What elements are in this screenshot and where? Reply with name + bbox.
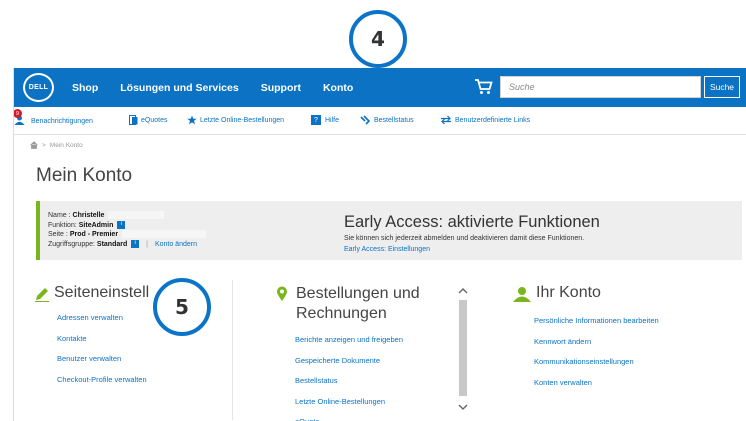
callout-number: 5 (175, 295, 189, 319)
custom-links-label: Benutzerdefinierte Links (455, 116, 531, 124)
notifications-icon-wrap: 9 (14, 109, 28, 127)
change-account-link[interactable]: Konto ändern (155, 241, 197, 248)
orders-heading-line1: Bestellungen und (296, 285, 420, 302)
order-status-link[interactable]: Bestellstatus (360, 115, 414, 125)
page-title: Mein Konto (36, 165, 133, 186)
your-account-heading-text: Ihr Konto (536, 284, 601, 301)
custom-links-link[interactable]: Benutzerdefinierte Links (440, 115, 530, 125)
manage-accounts-link[interactable]: Konten verwalten (534, 378, 659, 387)
document-icon (129, 115, 138, 125)
early-access-title: Early Access: aktivierte Funktionen (344, 213, 600, 231)
notifications-label: Benachrichtigungen (31, 117, 93, 125)
group-value: Standard (96, 240, 128, 248)
nav-account[interactable]: Konto (323, 82, 353, 94)
help-label: Hilfe (325, 116, 340, 124)
breadcrumb: > Mein Konto (30, 141, 83, 149)
scroll-down-arrow-icon[interactable] (456, 402, 470, 412)
checkout-profiles-link[interactable]: Checkout-Profile verwalten (57, 375, 147, 384)
manage-users-link[interactable]: Benutzer verwalten (57, 354, 147, 363)
account-info-box: Name : Christelle Funktion: SiteAdmin i … (36, 201, 742, 260)
group-label: Zugriffsgruppe: (48, 240, 95, 248)
account-name-row: Name : Christelle (48, 211, 206, 221)
equotes-link[interactable]: eQuotes (129, 115, 167, 125)
account-role-row: Funktion: SiteAdmin i (48, 220, 206, 231)
search-button[interactable]: Suche (704, 76, 740, 98)
account-site-row: Seite : Prod - Premier (48, 230, 207, 240)
logo-text: DELL (28, 84, 49, 91)
orders-invoices-links: Berichte anzeigen und freigeben Gespeich… (295, 335, 403, 421)
role-label: Funktion: (48, 221, 77, 229)
separator: | (146, 240, 148, 248)
user-icon (513, 287, 531, 302)
equotes-label: eQuotes (141, 116, 168, 124)
pencil-icon (35, 288, 49, 302)
account-details: Name : Christelle Funktion: SiteAdmin i … (48, 211, 207, 250)
nav-support[interactable]: Support (261, 82, 301, 94)
callout-number: 4 (371, 27, 385, 51)
redaction-mask (122, 230, 207, 239)
change-password-link[interactable]: Kennwort ändern (534, 337, 659, 346)
step-callout-4: 4 (349, 10, 407, 68)
recent-online-orders-link[interactable]: Letzte Online-Bestellungen (295, 397, 403, 406)
recent-orders-link[interactable]: Letzte Online-Bestellungen (187, 115, 284, 125)
utility-bar: 9 Benachrichtigungen eQuotes Letzte Onli… (14, 107, 746, 135)
swap-arrows-icon (441, 115, 451, 125)
role-value: SiteAdmin (78, 221, 114, 229)
cart-icon[interactable] (474, 77, 494, 97)
column-divider (232, 280, 233, 420)
orders-invoices-heading: Bestellungen und Rechnungen (276, 284, 420, 324)
step-callout-5: 5 (153, 278, 211, 336)
name-label: Name : (48, 212, 71, 219)
order-status-link[interactable]: Bestellstatus (295, 376, 403, 385)
scroll-up-arrow-icon[interactable] (456, 286, 470, 296)
help-icon: ? (311, 115, 321, 125)
manage-addresses-link[interactable]: Adressen verwalten (57, 313, 147, 322)
nav-shop[interactable]: Shop (72, 82, 98, 94)
home-icon[interactable] (30, 141, 38, 149)
order-status-label: Bestellstatus (374, 116, 414, 124)
equote-link[interactable]: eQuote (295, 417, 403, 421)
info-icon[interactable]: i (117, 220, 126, 229)
browser-page: DELL Shop Lösungen und Services Support … (13, 68, 746, 421)
notifications-link[interactable]: 9 Benachrichtigungen (14, 109, 93, 127)
truck-icon (360, 115, 371, 125)
top-navigation-bar: DELL Shop Lösungen und Services Support … (14, 68, 746, 107)
nav-solutions-services[interactable]: Lösungen und Services (120, 82, 238, 94)
star-icon (187, 115, 197, 125)
location-pin-icon (277, 286, 287, 301)
breadcrumb-current: Mein Konto (49, 141, 83, 149)
edit-personal-info-link[interactable]: Persönliche Informationen bearbeiten (534, 316, 659, 325)
orders-heading-line2: Rechnungen (296, 305, 387, 322)
scrollbar-thumb[interactable] (459, 300, 467, 396)
search-input[interactable]: Suche (500, 76, 701, 98)
reports-link[interactable]: Berichte anzeigen und freigeben (295, 335, 403, 344)
notification-badge: 9 (14, 109, 22, 118)
dell-logo[interactable]: DELL (23, 73, 54, 102)
site-value: Prod - Premier (69, 231, 119, 238)
saved-documents-link[interactable]: Gespeicherte Dokumente (295, 356, 403, 365)
communication-settings-link[interactable]: Kommunikationseinstellungen (534, 357, 659, 366)
orders-scrollbar[interactable] (456, 284, 470, 421)
site-settings-heading-text: Seiteneinstell (54, 284, 150, 301)
breadcrumb-chevron-icon: > (42, 141, 46, 149)
your-account-links: Persönliche Informationen bearbeiten Ken… (534, 316, 659, 398)
redaction-mask (108, 211, 165, 220)
account-group-row: Zugriffsgruppe: Standard i | Konto änder… (48, 239, 206, 250)
early-access-settings-link[interactable]: Early Access: Einstellungen (344, 246, 430, 253)
name-value: Christelle (72, 212, 105, 219)
your-account-heading: Ihr Konto (512, 284, 601, 302)
help-link[interactable]: ? Hilfe (311, 115, 339, 125)
site-settings-links: Adressen verwalten Kontakte Benutzer ver… (57, 313, 147, 395)
info-icon[interactable]: i (131, 239, 140, 248)
site-label: Seite : (48, 231, 68, 238)
recent-orders-label: Letzte Online-Bestellungen (200, 116, 285, 124)
orders-heading-line: Bestellungen und (276, 284, 420, 304)
early-access-description: Sie können sich jederzeit abmelden und d… (344, 235, 585, 242)
main-nav: Shop Lösungen und Services Support Konto (72, 68, 375, 107)
contacts-link[interactable]: Kontakte (57, 334, 147, 343)
site-settings-heading: Seiteneinstell (34, 284, 149, 302)
